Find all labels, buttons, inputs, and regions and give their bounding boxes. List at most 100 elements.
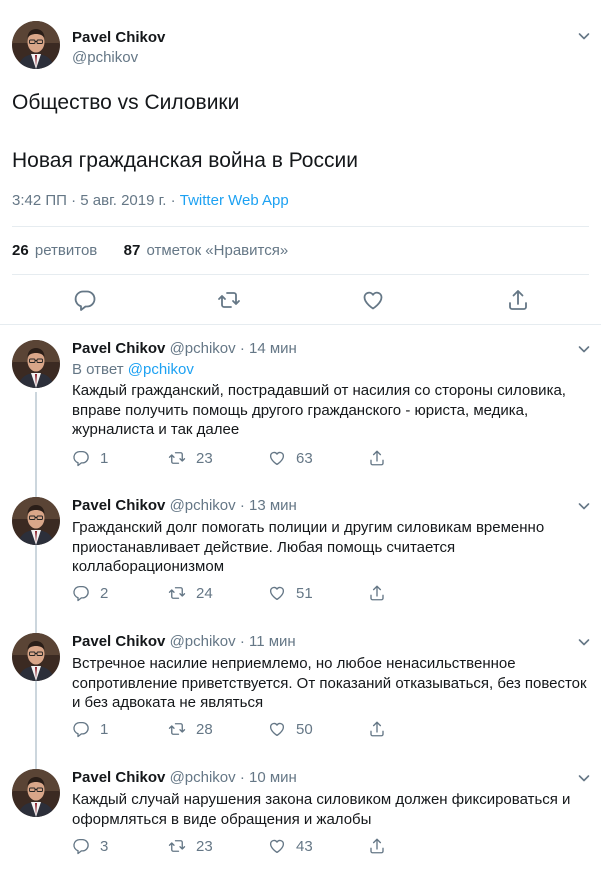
retweet-action[interactable]: 24: [168, 584, 213, 602]
tweet-time[interactable]: 3:42 ПП: [12, 192, 67, 209]
share-action[interactable]: [368, 720, 396, 738]
tweet-time[interactable]: 13 мин: [249, 497, 297, 514]
retweet-count: 23: [196, 449, 213, 467]
author-name[interactable]: Pavel Chikov: [72, 633, 165, 650]
retweet-count: 28: [196, 720, 213, 738]
avatar-image: [12, 769, 60, 817]
meta-separator: ·: [71, 192, 77, 209]
chevron-down-icon[interactable]: [577, 771, 591, 785]
chevron-down-icon[interactable]: [577, 29, 591, 43]
author-name[interactable]: Pavel Chikov: [72, 769, 165, 786]
like-action[interactable]: 51: [268, 584, 313, 602]
like-action[interactable]: 43: [268, 837, 313, 855]
divider: [12, 226, 589, 227]
in-reply-handle-link[interactable]: @pchikov: [128, 361, 194, 378]
tweet-actions: 1 23 63: [72, 449, 392, 469]
thread-line: [35, 392, 37, 497]
chevron-down-icon[interactable]: [577, 635, 591, 649]
reply-action[interactable]: 3: [72, 837, 108, 855]
main-tweet: Pavel Chikov @pchikov Общество vs Силови…: [0, 0, 601, 325]
reply-count: 1: [100, 449, 109, 467]
like-action[interactable]: 50: [268, 720, 313, 738]
avatar-image: [12, 633, 60, 681]
heart-icon: [268, 720, 286, 738]
chevron-down-icon[interactable]: [577, 499, 591, 513]
tweet-stats: 26 ретвитов 87 отметок «Нравится»: [12, 242, 288, 259]
tweet-time[interactable]: 10 мин: [249, 769, 297, 786]
tweet-meta: 3:42 ПП · 5 авг. 2019 г. · Twitter Web A…: [12, 192, 289, 209]
retweets-stat[interactable]: 26 ретвитов: [12, 242, 97, 259]
reply-header: Pavel Chikov @pchikov · 14 мин: [72, 340, 297, 357]
retweet-count: 23: [196, 837, 213, 855]
share-action[interactable]: [368, 449, 396, 467]
like-count: 63: [296, 449, 313, 467]
author-handle[interactable]: @pchikov: [170, 497, 236, 514]
avatar[interactable]: [12, 21, 60, 69]
retweet-icon: [168, 449, 186, 467]
thread-line: [35, 545, 37, 633]
reply-count: 1: [100, 720, 109, 738]
like-count: 51: [296, 584, 313, 602]
likes-count: 87: [123, 242, 141, 259]
tweet-actions: [0, 288, 601, 312]
share-icon: [368, 720, 386, 738]
author-name[interactable]: Pavel Chikov: [72, 340, 165, 357]
retweets-count: 26: [12, 242, 29, 259]
like-count: 43: [296, 837, 313, 855]
reply-header: Pavel Chikov @pchikov · 11 мин: [72, 633, 296, 650]
in-reply-prefix: В ответ: [72, 361, 124, 378]
share-icon[interactable]: [506, 288, 530, 312]
avatar-image: [12, 21, 60, 69]
share-icon: [368, 584, 386, 602]
reply-icon: [72, 449, 90, 467]
retweet-action[interactable]: 23: [168, 449, 213, 467]
source-app-link[interactable]: Twitter Web App: [180, 192, 289, 209]
reply-header: Pavel Chikov @pchikov · 13 мин: [72, 497, 297, 514]
reply-action[interactable]: 1: [72, 720, 108, 738]
reply-count: 3: [100, 837, 109, 855]
tweet-actions: 2 24 51: [72, 584, 392, 604]
avatar[interactable]: [12, 497, 60, 545]
share-action[interactable]: [368, 584, 396, 602]
avatar[interactable]: [12, 340, 60, 388]
avatar-image: [12, 497, 60, 545]
avatar[interactable]: [12, 633, 60, 681]
share-icon: [368, 449, 386, 467]
like-action[interactable]: 63: [268, 449, 313, 467]
like-count: 50: [296, 720, 313, 738]
avatar[interactable]: [12, 769, 60, 817]
share-action[interactable]: [368, 837, 396, 855]
tweet-text: Каждый случай нарушения закона силовиком…: [72, 791, 571, 828]
heart-icon: [268, 584, 286, 602]
reply-action[interactable]: 1: [72, 449, 108, 467]
heart-icon: [268, 837, 286, 855]
author-handle[interactable]: @pchikov: [170, 769, 236, 786]
author-handle[interactable]: @pchikov: [170, 633, 236, 650]
retweet-icon: [168, 837, 186, 855]
author-handle[interactable]: @pchikov: [170, 340, 236, 357]
likes-stat[interactable]: 87 отметок «Нравится»: [124, 242, 289, 259]
tweet-date[interactable]: 5 авг. 2019 г.: [80, 192, 166, 209]
tweet-actions: 1 28 50: [72, 720, 392, 740]
likes-label: отметок «Нравится»: [146, 242, 289, 259]
retweet-icon[interactable]: [217, 288, 241, 312]
retweet-icon: [168, 584, 186, 602]
retweets-label: ретвитов: [34, 242, 98, 259]
author-handle[interactable]: @pchikov: [72, 49, 138, 66]
heart-icon[interactable]: [361, 288, 385, 312]
tweet-actions: 3 23 43: [72, 837, 392, 857]
reply-icon[interactable]: [73, 288, 97, 312]
tweet-time[interactable]: 11 мин: [249, 633, 296, 650]
retweet-action[interactable]: 28: [168, 720, 213, 738]
chevron-down-icon[interactable]: [577, 342, 591, 356]
reply-icon: [72, 837, 90, 855]
meta-separator: ·: [170, 192, 176, 209]
tweet-text: Каждый гражданский, пострадавший от наси…: [72, 382, 566, 438]
author-name[interactable]: Pavel Chikov: [72, 29, 165, 46]
retweet-action[interactable]: 23: [168, 837, 213, 855]
author-name[interactable]: Pavel Chikov: [72, 497, 165, 514]
reply-action[interactable]: 2: [72, 584, 108, 602]
tweet-time[interactable]: 14 мин: [249, 340, 297, 357]
tweet-text-line1: Общество vs Силовики: [12, 91, 240, 114]
reply-count: 2: [100, 584, 109, 602]
